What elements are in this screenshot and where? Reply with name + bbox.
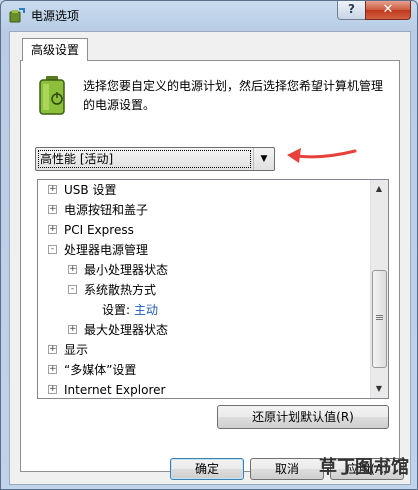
watermark-text: 草丁图书馆 — [319, 457, 409, 478]
cancel-button[interactable]: 取消 — [250, 458, 324, 480]
tree-item-label: PCI Express — [64, 223, 134, 237]
tree-item-label: 电源按钮和盖子 — [64, 203, 149, 217]
scroll-down-icon[interactable]: ▼ — [371, 380, 387, 397]
tree-item-label: 显示 — [64, 343, 89, 357]
window-title: 电源选项 — [31, 9, 80, 23]
restore-defaults-button[interactable]: 还原计划默认值(R) — [217, 405, 389, 429]
setting-value-link[interactable]: 主动 — [134, 300, 158, 320]
chevron-down-icon[interactable]: ▼ — [253, 148, 274, 170]
power-options-window: 电源选项 ? ✕ 高级设置 选择您要自定义的电源计划，然后选择您希望计算机管理的… — [0, 0, 418, 490]
expand-icon[interactable]: + — [48, 365, 57, 374]
expand-icon[interactable]: + — [68, 325, 77, 334]
tab-page: 选择您要自定义的电源计划，然后选择您希望计算机管理的电源设置。 高性能 [活动]… — [20, 60, 400, 472]
tab-advanced-settings[interactable]: 高级设置 — [22, 38, 88, 61]
tree-item-label: Internet Explorer — [64, 383, 166, 397]
tree-item-label: 设置: — [102, 303, 131, 317]
dialog-body: 高级设置 选择您要自定义的电源计划，然后选择您希望计算机管理的电源设置。 高性能… — [9, 31, 411, 485]
title-bar[interactable]: 电源选项 ? ✕ — [1, 1, 417, 29]
power-plan-select-value: 高性能 [活动] — [38, 150, 251, 168]
watermark: 草丁图书馆 — [319, 445, 415, 489]
power-plan-icon — [9, 8, 25, 23]
expand-icon[interactable]: + — [48, 205, 57, 214]
settings-tree[interactable]: + USB 设置 + 电源按钮和盖子 + PCI Express - 处理器电源管理 + 最小处理… — [37, 179, 389, 399]
ok-button[interactable]: 确定 — [170, 458, 244, 480]
expand-icon[interactable]: + — [68, 265, 77, 274]
tree-item-label: 系统散热方式 — [84, 283, 157, 297]
close-button[interactable]: ✕ — [365, 1, 411, 20]
tree-item-label: 最小处理器状态 — [84, 263, 169, 277]
scrollbar-thumb[interactable] — [372, 270, 387, 368]
tree-item-label: 最大处理器状态 — [84, 323, 169, 337]
tree-item-label: “多媒体”设置 — [64, 363, 137, 377]
red-arrow-annotation — [287, 148, 357, 163]
tree-item-label: 处理器电源管理 — [64, 243, 149, 257]
collapse-icon[interactable]: - — [68, 285, 77, 294]
expand-icon[interactable]: + — [48, 385, 57, 394]
expand-icon[interactable]: + — [48, 185, 57, 194]
expand-icon[interactable]: + — [48, 345, 57, 354]
collapse-icon[interactable]: - — [48, 245, 57, 254]
vertical-scrollbar[interactable]: ▲ ▼ — [370, 180, 388, 398]
battery-icon — [39, 76, 65, 115]
expand-icon[interactable]: + — [48, 225, 57, 234]
scroll-up-icon[interactable]: ▲ — [371, 180, 387, 197]
description-text: 选择您要自定义的电源计划，然后选择您希望计算机管理的电源设置。 — [83, 79, 384, 112]
power-plan-select[interactable]: 高性能 [活动] ▼ — [35, 147, 275, 171]
tree-item-label: USB 设置 — [64, 183, 117, 197]
help-button[interactable]: ? — [337, 1, 366, 20]
